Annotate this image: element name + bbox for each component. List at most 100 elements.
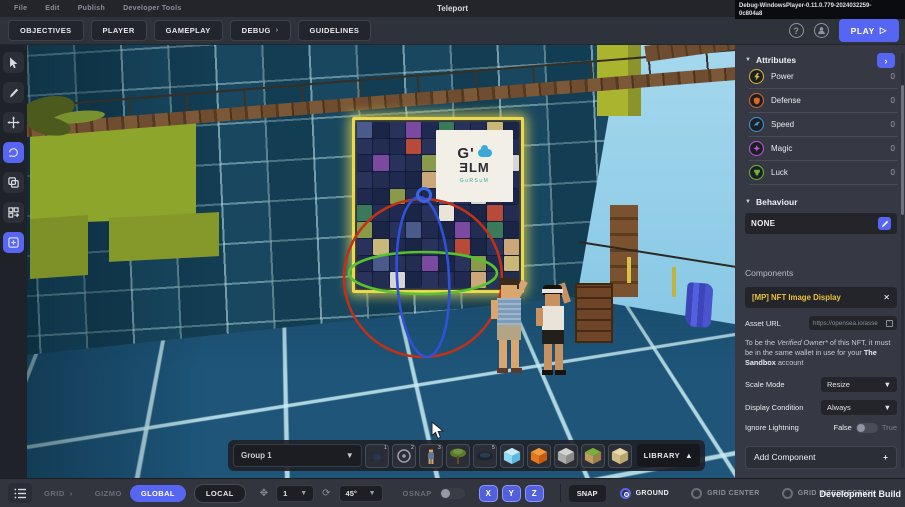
asset-thumbnail-npc-character[interactable]: 3 [419,444,443,468]
library-button[interactable]: LIBRARY ▲ [637,444,700,467]
move-tool-button[interactable] [3,112,24,133]
attribute-label: Luck [771,168,884,177]
scale-mode-dropdown[interactable]: Resize ▼ [821,377,897,392]
toggle-false-label: False [834,423,852,432]
select-icon [7,56,20,69]
speed-icon [749,117,764,132]
behaviour-header[interactable]: ▼ Behaviour [745,197,897,207]
add-asset-icon [7,236,20,249]
attribute-row-speed: Speed0 [749,113,897,137]
toolbar-button-player[interactable]: PLAYER [91,20,147,41]
attribute-row-power: Power0 [749,65,897,89]
toolbar-button-objectives[interactable]: OBJECTIVES [8,20,84,41]
move-step-icon: ✥ [260,488,268,499]
gizmo-x-ring[interactable] [344,199,502,357]
play-label: PLAY [851,26,875,36]
scene-viewport[interactable]: G' ƎLM GuRSuM [27,45,735,478]
mosaic-cell [422,155,437,171]
gizmo-y-ring[interactable] [349,252,497,294]
chevron-down-icon: ▼ [369,490,376,497]
divider [560,484,561,502]
toolbar-button-label: OBJECTIVES [20,26,72,35]
add-component-button[interactable]: Add Component + [745,446,897,469]
asset-thumbnail-ice-cube[interactable] [500,444,524,468]
grid-menu[interactable]: GRID › [44,489,73,498]
external-link-icon[interactable] [886,320,893,327]
asset-thumbnail-lava-cube[interactable] [527,444,551,468]
component-header-row[interactable]: [MP] NFT Image Display ✕ [745,287,897,308]
snap-option-ground[interactable]: GROUND [620,488,670,499]
toolbar-button-gameplay[interactable]: GAMEPLAY [154,20,223,41]
move-step-select[interactable]: 1▼ [276,485,314,502]
asset-count-badge: 1 [384,445,387,451]
asset-thumbnail-grass-cube[interactable] [581,444,605,468]
mosaic-cell [357,155,372,171]
osnap-toggle[interactable] [440,488,465,499]
chevron-up-icon: ▲ [685,451,693,460]
instances-tool-button[interactable] [3,202,24,223]
toolbar-button-guidelines[interactable]: GUIDELINES [298,20,372,41]
attribute-value: 0 [891,120,897,129]
axis-x-button[interactable]: X [479,485,498,502]
help-icon[interactable]: ? [789,23,804,38]
asset-count-badge: 3 [438,445,441,451]
toolbar-button-label: GUIDELINES [310,26,360,35]
toolbar-button-debug[interactable]: DEBUG› [230,20,291,41]
asset-thumbnail-stone-cube[interactable] [554,444,578,468]
add-asset-tool-button[interactable] [3,232,24,253]
global-mode-button[interactable]: GLOBAL [130,485,186,502]
rotate-step-select[interactable]: 45°▼ [339,485,383,502]
mosaic-cell [406,122,421,138]
group-select[interactable]: Group 1 ▼ [233,444,362,467]
mosaic-cell [373,155,388,171]
attributes-expand-button[interactable]: › [877,53,895,68]
asset-thumbnail-sand-cube[interactable] [608,444,632,468]
asset-thumbnail-tree[interactable] [446,444,470,468]
axis-z-button[interactable]: Z [525,485,544,502]
luck-icon [749,165,764,180]
chevron-right-icon: › [276,27,279,34]
asset-thumbnail-spider[interactable]: 1 [365,444,389,468]
defense-icon [749,93,764,108]
group-select-value: Group 1 [241,451,272,460]
edit-behaviour-button[interactable] [878,217,891,230]
asset-thumbnail-rock-basin[interactable]: 5 [473,444,497,468]
character-standing[interactable] [533,283,579,381]
snap-option-grid-center[interactable]: GRID CENTER [691,488,760,499]
profile-icon[interactable] [814,23,829,38]
asset-url-input[interactable]: https://opensea.io/asse [809,316,897,330]
behaviour-value: NONE [751,219,775,228]
select-tool-button[interactable] [3,52,24,73]
local-mode-button[interactable]: LOCAL [194,484,246,503]
collapse-triangle-icon: ▼ [745,199,751,205]
attribute-row-defense: Defense0 [749,89,897,113]
wood-board [575,283,613,343]
outline-list-button[interactable] [8,483,32,503]
radio-icon [620,488,631,499]
hanging-banner [672,267,676,297]
ignore-lightning-toggle[interactable] [856,423,878,433]
gizmo-z-ring[interactable] [393,196,453,359]
magic-icon [749,141,764,156]
attributes-header[interactable]: ▼ Attributes [745,55,897,65]
panel-scrollbar-thumb[interactable] [901,85,904,215]
toolbar-right: ? PLAY ▷ [789,19,899,42]
character-waving[interactable] [486,278,536,380]
axis-y-button[interactable]: Y [502,485,521,502]
duplicate-tool-button[interactable] [3,172,24,193]
hanging-cloth [684,282,713,328]
behaviour-value-row: NONE [745,213,897,234]
asset-url-row: Asset URL https://opensea.io/asse [745,316,897,330]
radio-icon [782,488,793,499]
attribute-label: Defense [771,96,884,105]
paint-tool-button[interactable] [3,82,24,103]
asset-thumbnail-spawn-point[interactable]: 2 [392,444,416,468]
play-button[interactable]: PLAY ▷ [839,19,899,42]
mosaic-cell [357,122,372,138]
display-condition-dropdown[interactable]: Always ▼ [821,400,897,415]
green-terrain-left3 [30,215,88,279]
close-icon[interactable]: ✕ [883,293,890,302]
main-toolbar: OBJECTIVES PLAYER GAMEPLAY DEBUG› GUIDELINES… [0,17,905,45]
rotate-tool-button[interactable] [3,142,24,163]
toolbar-button-label: PLAYER [103,26,135,35]
